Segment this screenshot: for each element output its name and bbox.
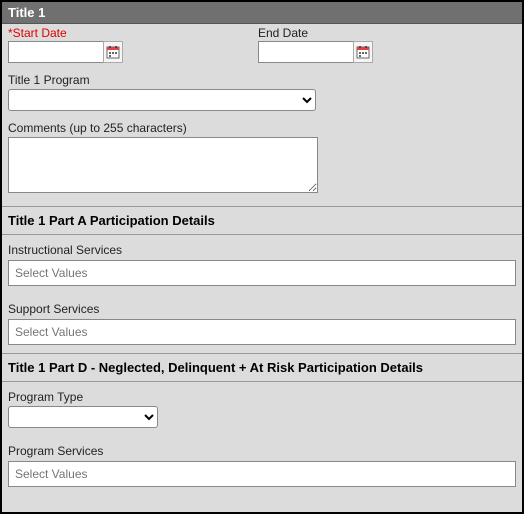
title1-window: Title 1 *Start Date End Date	[0, 0, 524, 514]
support-services-input[interactable]	[8, 319, 516, 345]
part-d-heading: Title 1 Part D - Neglected, Delinquent +…	[2, 354, 522, 382]
calendar-icon	[356, 45, 370, 59]
program-type-select[interactable]	[8, 406, 158, 428]
start-date-field: *Start Date	[8, 26, 258, 63]
start-date-input[interactable]	[8, 41, 104, 63]
end-date-calendar-button[interactable]	[353, 41, 373, 63]
end-date-input[interactable]	[258, 41, 354, 63]
end-date-label: End Date	[258, 26, 508, 40]
support-services-field: Support Services	[2, 294, 522, 353]
instructional-services-label: Instructional Services	[8, 243, 516, 257]
program-services-label: Program Services	[8, 444, 516, 458]
program-type-field: Program Type	[2, 382, 522, 436]
start-date-calendar-button[interactable]	[103, 41, 123, 63]
end-date-field: End Date	[258, 26, 508, 63]
comments-label: Comments (up to 255 characters)	[8, 121, 516, 135]
window-title: Title 1	[2, 2, 522, 24]
start-date-label: *Start Date	[8, 26, 258, 40]
comments-row: Comments (up to 255 characters)	[2, 119, 522, 206]
form-body: *Start Date End Date Title	[2, 24, 522, 495]
instructional-services-field: Instructional Services	[2, 235, 522, 294]
end-date-wrap	[258, 41, 508, 63]
program-type-label: Program Type	[8, 390, 516, 404]
support-services-label: Support Services	[8, 302, 516, 316]
start-date-wrap	[8, 41, 258, 63]
program-row: Title 1 Program	[2, 71, 522, 119]
calendar-icon	[106, 45, 120, 59]
comments-textarea[interactable]	[8, 137, 318, 193]
program-label: Title 1 Program	[8, 73, 516, 87]
date-row: *Start Date End Date	[2, 24, 522, 71]
title1-program-select[interactable]	[8, 89, 316, 111]
program-services-field: Program Services	[2, 436, 522, 495]
part-a-heading: Title 1 Part A Participation Details	[2, 207, 522, 235]
program-services-input[interactable]	[8, 461, 516, 487]
instructional-services-input[interactable]	[8, 260, 516, 286]
